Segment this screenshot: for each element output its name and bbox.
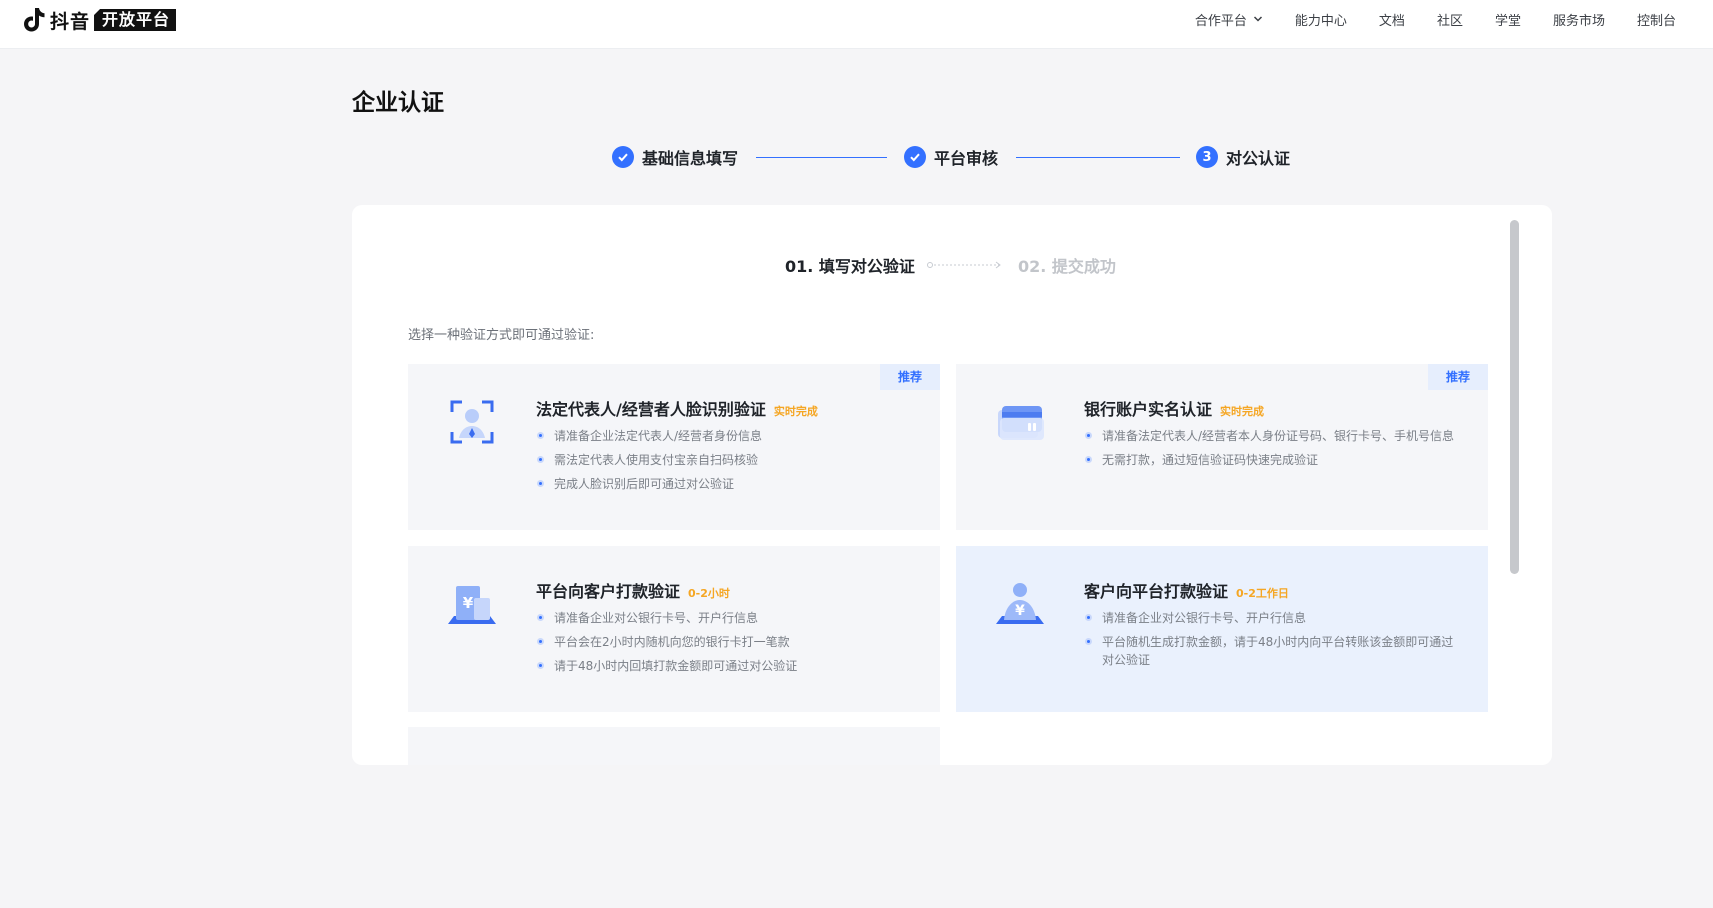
option-duration-badge: 实时完成: [773, 405, 818, 418]
option-bank-account-verification[interactable]: 推荐 银行账户实名认证 实时完成 请准备法定代表人/经营者本人身份证号码、银行卡…: [956, 364, 1488, 530]
main-nav: 合作平台 能力中心 文档 社区 学堂 服务市场 控制台: [1195, 0, 1676, 38]
step-public-verify: 3 对公认证: [1196, 145, 1290, 169]
chevron-down-icon: [1253, 16, 1262, 22]
list-item: 无需打款，通过短信验证码快速完成验证: [1084, 451, 1464, 469]
option-duration-badge: 0-2工作日: [1236, 587, 1289, 600]
progress-steps: 基础信息填写 平台审核 3 对公认证: [612, 145, 1292, 169]
step-connector: [756, 157, 887, 158]
list-item: 平台会在2小时内随机向您的银行卡打一笔款: [536, 633, 916, 651]
option-duration-badge: 0-2小时: [688, 587, 730, 600]
list-item: 请准备法定代表人/经营者本人身份证号码、银行卡号、手机号信息: [1084, 427, 1464, 445]
option-requirements: 请准备企业对公银行卡号、开户行信息 平台随机生成打款金额，请于48小时内向平台转…: [1084, 609, 1464, 675]
option-title: 平台向客户打款验证 0-2小时: [536, 578, 730, 602]
person-yuan-icon: ¥: [996, 583, 1044, 624]
option-title: 客户向平台打款验证 0-2工作日: [1084, 578, 1289, 602]
option-title: 银行账户实名认证 实时完成: [1084, 396, 1264, 420]
step-label: 对公认证: [1226, 149, 1291, 168]
verification-card: 01. 填写对公验证 02. 提交成功 选择一种验证方式即可通过验证: 推荐 法…: [352, 205, 1552, 765]
list-item: 请于48小时内回填打款金额即可通过对公验证: [536, 657, 916, 675]
svg-text:¥: ¥: [463, 594, 474, 612]
option-face-verification[interactable]: 推荐 法定代表人/经营者人脸识别验证 实时完成 请准备企业法定代表人/经营者身份…: [408, 364, 940, 530]
top-nav-bar: 抖音 开放平台 合作平台 能力中心 文档 社区 学堂 服务市场 控制台: [0, 0, 1713, 49]
logo[interactable]: 抖音 开放平台: [24, 6, 177, 34]
option-title-text: 客户向平台打款验证: [1084, 582, 1229, 601]
face-scan-icon: [450, 400, 494, 444]
step-number: 3: [1196, 146, 1218, 168]
step-review: 平台审核: [904, 145, 998, 169]
step-connector: [1016, 157, 1180, 158]
sub-steps: 01. 填写对公验证 02. 提交成功: [352, 249, 1552, 279]
nav-item-docs[interactable]: 文档: [1379, 10, 1405, 29]
list-item: 请准备企业法定代表人/经营者身份信息: [536, 427, 916, 445]
check-icon: [904, 146, 926, 168]
option-title-text: 法定代表人/经营者人脸识别验证: [536, 400, 766, 419]
step-basic-info: 基础信息填写: [612, 145, 738, 169]
nav-item-market[interactable]: 服务市场: [1553, 10, 1605, 29]
recommend-tag: 推荐: [880, 364, 940, 390]
option-title-text: 平台向客户打款验证: [536, 582, 681, 601]
douyin-logo-icon: [24, 8, 45, 32]
option-title: 法定代表人/经营者人脸识别验证 实时完成: [536, 396, 818, 420]
option-requirements: 请准备企业对公银行卡号、开户行信息 平台会在2小时内随机向您的银行卡打一笔款 请…: [536, 609, 916, 681]
list-item: 请准备企业对公银行卡号、开户行信息: [536, 609, 916, 627]
hint-text: 选择一种验证方式即可通过验证:: [408, 328, 595, 343]
substep-next: 02. 提交成功: [1018, 257, 1116, 276]
list-item: 完成人脸识别后即可通过对公验证: [536, 475, 916, 493]
option-partial[interactable]: [408, 727, 940, 765]
option-customer-to-platform-payment[interactable]: ¥ 客户向平台打款验证 0-2工作日 请准备企业对公银行卡号、开户行信息 平台随…: [956, 546, 1488, 712]
nav-item-academy[interactable]: 学堂: [1495, 10, 1521, 29]
substep-current: 01. 填写对公验证: [785, 257, 915, 276]
option-platform-to-customer-payment[interactable]: ¥ 平台向客户打款验证 0-2小时 请准备企业对公银行卡号、开户行信息 平台会在…: [408, 546, 940, 712]
nav-item-capability[interactable]: 能力中心: [1295, 10, 1347, 29]
page-title: 企业认证: [352, 90, 444, 116]
bank-card-icon: [998, 406, 1044, 440]
svg-text:¥: ¥: [1015, 603, 1025, 619]
nav-item-partner[interactable]: 合作平台: [1195, 10, 1263, 29]
nav-item-console[interactable]: 控制台: [1637, 10, 1676, 29]
building-yuan-icon: ¥: [448, 586, 496, 624]
brand-badge: 开放平台: [94, 9, 177, 31]
check-icon: [612, 146, 634, 168]
scrollbar-thumb[interactable]: [1510, 220, 1519, 574]
recommend-tag: 推荐: [1428, 364, 1488, 390]
list-item: 需法定代表人使用支付宝亲自扫码核验: [536, 451, 916, 469]
option-title-text: 银行账户实名认证: [1084, 400, 1213, 419]
step-label: 平台审核: [934, 149, 999, 168]
option-requirements: 请准备企业法定代表人/经营者身份信息 需法定代表人使用支付宝亲自扫码核验 完成人…: [536, 427, 916, 499]
option-duration-badge: 实时完成: [1220, 405, 1265, 418]
nav-item-community[interactable]: 社区: [1437, 10, 1463, 29]
list-item: 平台随机生成打款金额，请于48小时内向平台转账该金额即可通过对公验证: [1084, 633, 1464, 669]
list-item: 请准备企业对公银行卡号、开户行信息: [1084, 609, 1464, 627]
option-requirements: 请准备法定代表人/经营者本人身份证号码、银行卡号、手机号信息 无需打款，通过短信…: [1084, 427, 1464, 475]
nav-item-label: 合作平台: [1194, 13, 1247, 29]
dotted-arrow-icon: [927, 261, 1001, 269]
brand-name: 抖音: [50, 10, 91, 33]
step-label: 基础信息填写: [642, 149, 739, 168]
